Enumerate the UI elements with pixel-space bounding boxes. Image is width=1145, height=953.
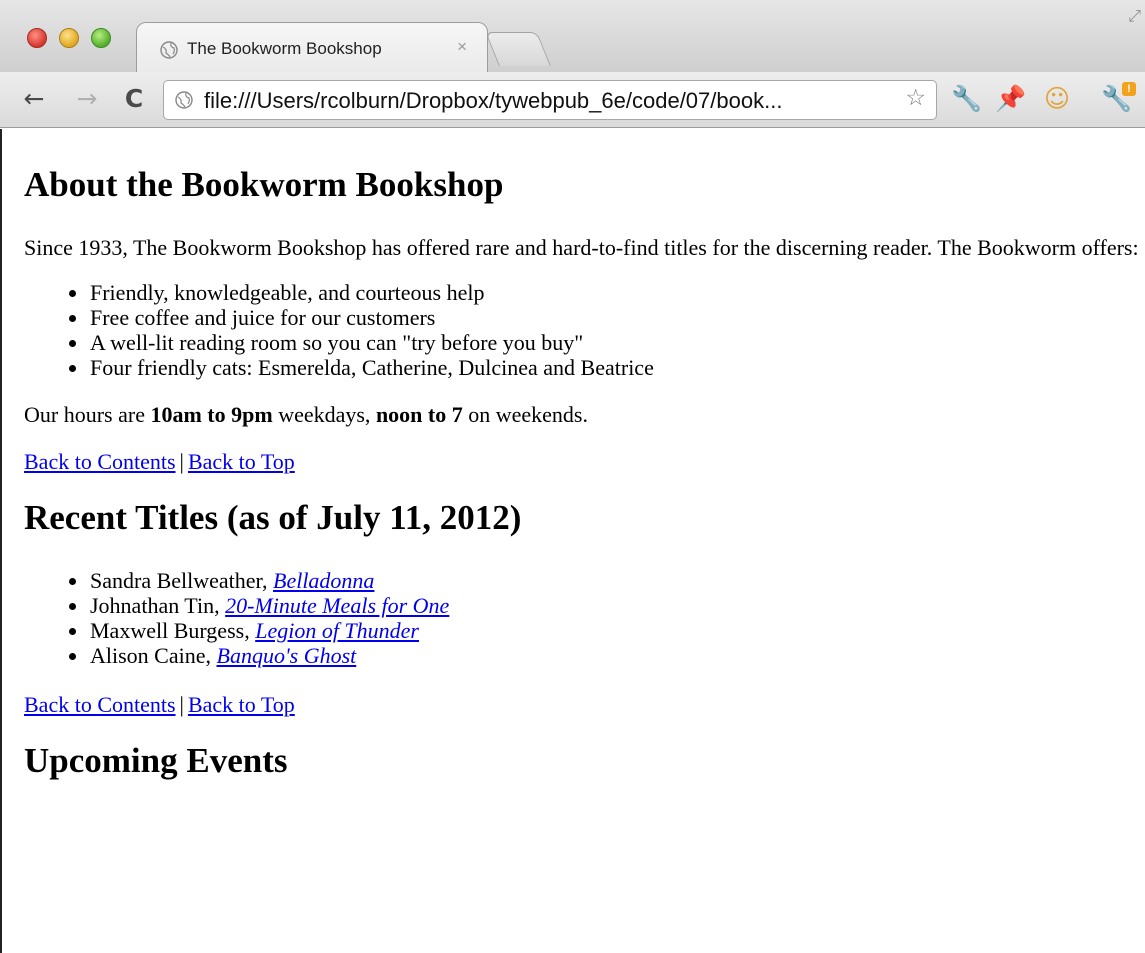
list-item: Four friendly cats: Esmerelda, Catherine…: [64, 355, 1145, 380]
author-name: Alison Caine,: [90, 643, 217, 668]
close-window-button[interactable]: [27, 28, 47, 48]
book-title-link[interactable]: 20-Minute Meals for One: [225, 593, 449, 618]
back-to-top-link[interactable]: Back to Top: [188, 449, 295, 474]
recent-titles-list: Sandra Bellweather, Belladonna Johnathan…: [24, 568, 1145, 668]
hours-middle: weekdays,: [272, 402, 376, 427]
back-to-contents-link[interactable]: Back to Contents: [24, 692, 176, 717]
tab-bookworm-bookshop[interactable]: The Bookworm Bookshop ×: [136, 22, 488, 74]
hours-text: Our hours are 10am to 9pm weekdays, noon…: [24, 402, 1145, 427]
hours-suffix: on weekends.: [462, 402, 588, 427]
back-to-contents-link[interactable]: Back to Contents: [24, 449, 176, 474]
book-title-link[interactable]: Banquo's Ghost: [217, 643, 357, 668]
author-name: Maxwell Burgess,: [90, 618, 256, 643]
list-item: Johnathan Tin, 20-Minute Meals for One: [64, 593, 1145, 618]
tab-strip: The Bookworm Bookshop × ⤢: [0, 0, 1145, 74]
url-text[interactable]: file:///Users/rcolburn/Dropbox/tywebpub_…: [204, 88, 782, 114]
hours-prefix: Our hours are: [24, 402, 151, 427]
minimize-window-button[interactable]: [59, 28, 79, 48]
list-item: Maxwell Burgess, Legion of Thunder: [64, 618, 1145, 643]
list-item: Alison Caine, Banquo's Ghost: [64, 643, 1145, 668]
globe-icon: [175, 91, 193, 109]
address-bar[interactable]: file:///Users/rcolburn/Dropbox/tywebpub_…: [163, 80, 937, 120]
reload-button[interactable]: C: [118, 82, 150, 116]
page-content: About the Bookworm Bookshop Since 1933, …: [0, 129, 1145, 953]
author-name: Sandra Bellweather,: [90, 568, 273, 593]
link-separator: |: [179, 692, 184, 717]
offers-list: Friendly, knowledgeable, and courteous h…: [24, 280, 1145, 380]
fullscreen-icon[interactable]: ⤢: [1128, 6, 1141, 26]
link-separator: |: [179, 449, 184, 474]
weekday-hours: 10am to 9pm: [150, 402, 273, 427]
pin-icon[interactable]: 📌: [994, 82, 1028, 116]
nav-links: Back to Contents | Back to Top: [24, 449, 1145, 474]
wrench-icon[interactable]: 🔧: [950, 82, 984, 116]
list-item: Free coffee and juice for our customers: [64, 305, 1145, 330]
book-title-link[interactable]: Belladonna: [273, 568, 374, 593]
browser-toolbar: ← → C file:///Users/rcolburn/Dropbox/tyw…: [0, 72, 1145, 128]
face-extension-icon[interactable]: ☺: [1040, 82, 1074, 116]
bookmark-star-icon[interactable]: ☆: [905, 85, 926, 111]
book-title-link[interactable]: Legion of Thunder: [255, 618, 419, 643]
new-tab-button[interactable]: [485, 32, 551, 66]
weekend-hours: noon to 7: [375, 402, 463, 427]
globe-icon: [160, 41, 178, 59]
nav-links: Back to Contents | Back to Top: [24, 692, 1145, 717]
author-name: Johnathan Tin,: [90, 593, 226, 618]
tab-title: The Bookworm Bookshop: [187, 39, 382, 58]
about-intro: Since 1933, The Bookworm Bookshop has of…: [24, 235, 1139, 260]
update-badge: !: [1122, 82, 1136, 96]
forward-button[interactable]: →: [71, 82, 103, 116]
recent-titles-heading: Recent Titles (as of July 11, 2012): [24, 498, 522, 537]
list-item: Sandra Bellweather, Belladonna: [64, 568, 1145, 593]
list-item: Friendly, knowledgeable, and courteous h…: [64, 280, 1145, 305]
list-item: A well-lit reading room so you can "try …: [64, 330, 1145, 355]
zoom-window-button[interactable]: [91, 28, 111, 48]
upcoming-events-heading: Upcoming Events: [24, 741, 288, 780]
about-heading: About the Bookworm Bookshop: [24, 165, 504, 204]
back-button[interactable]: ←: [18, 82, 50, 116]
tab-close-icon[interactable]: ×: [457, 37, 467, 57]
back-to-top-link[interactable]: Back to Top: [188, 692, 295, 717]
